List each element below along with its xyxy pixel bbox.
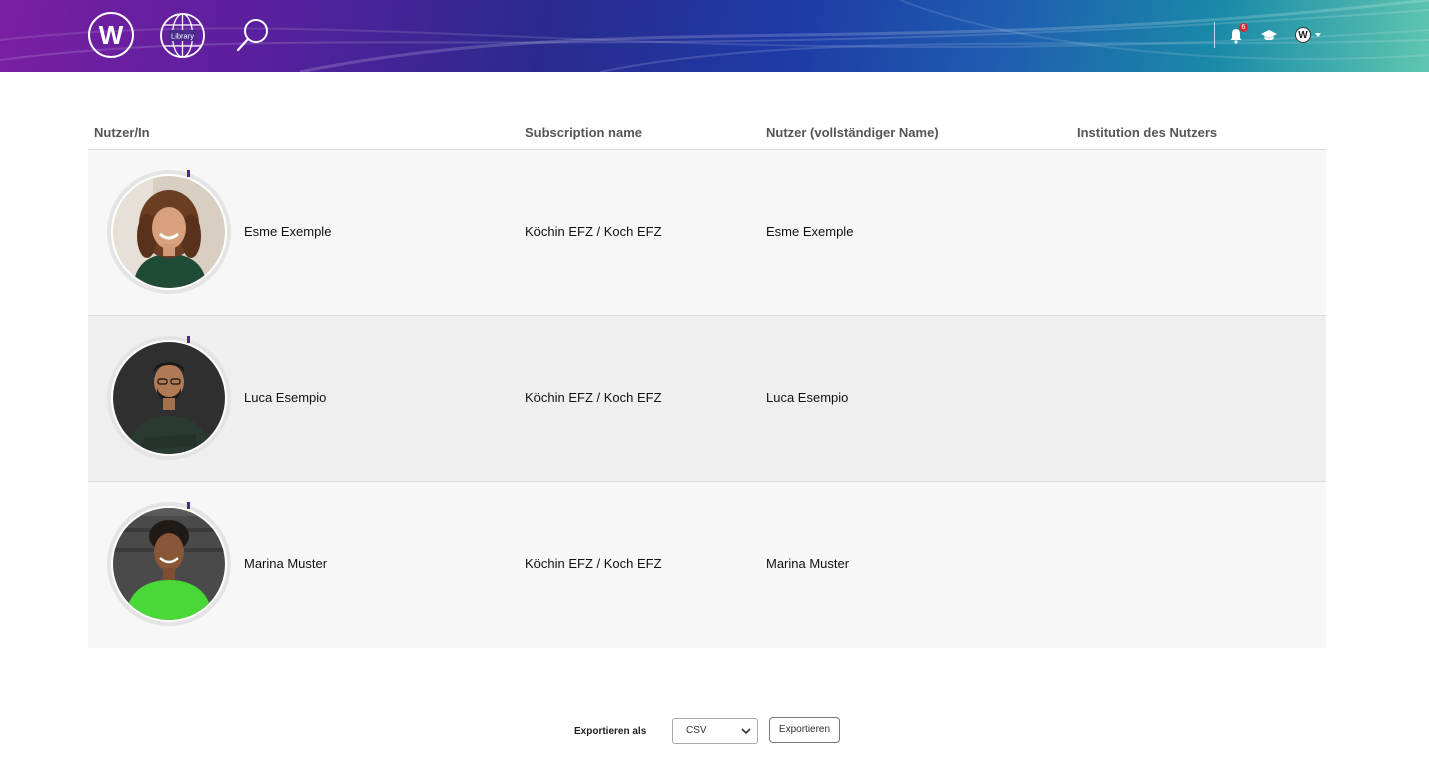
user-avatar-luca[interactable] xyxy=(107,336,231,460)
user-name[interactable]: Esme Exemple xyxy=(244,224,331,239)
header-right-controls: 6 W xyxy=(1214,22,1321,48)
subscription-name: Köchin EFZ / Koch EFZ xyxy=(525,224,662,239)
avatar-progress-marker xyxy=(187,336,190,343)
column-header-full-name[interactable]: Nutzer (vollständiger Name) xyxy=(766,125,939,140)
user-name[interactable]: Marina Muster xyxy=(244,556,327,571)
library-label: Library xyxy=(171,32,194,41)
avatar-progress-marker xyxy=(187,502,190,509)
home-logo-button[interactable]: W xyxy=(88,12,134,58)
chevron-down-icon xyxy=(741,728,751,735)
user-full-name: Luca Esempio xyxy=(766,390,849,405)
column-header-institution[interactable]: Institution des Nutzers xyxy=(1077,125,1217,140)
logo-letter: W xyxy=(98,19,124,50)
user-avatar-esme[interactable] xyxy=(107,170,231,294)
export-format-value: CSV xyxy=(686,725,707,736)
user-avatar: W xyxy=(1295,27,1311,43)
avatar-photo xyxy=(113,176,225,288)
top-navigation-bar: W Library 6 W xyxy=(0,0,1429,72)
export-format-select[interactable]: CSV xyxy=(672,718,758,744)
notifications-button[interactable]: 6 xyxy=(1229,23,1248,44)
header-divider xyxy=(1214,22,1215,48)
chevron-down-icon xyxy=(1315,33,1321,37)
user-name[interactable]: Luca Esempio xyxy=(244,390,326,405)
avatar-photo xyxy=(113,342,225,454)
table-row: Esme Exemple Köchin EFZ / Koch EFZ Esme … xyxy=(88,150,1326,316)
subscription-name: Köchin EFZ / Koch EFZ xyxy=(525,390,662,405)
graduation-cap-icon[interactable] xyxy=(1261,28,1277,42)
avatar-progress-marker xyxy=(187,170,190,177)
search-icon[interactable] xyxy=(236,18,270,52)
user-avatar-marina[interactable] xyxy=(107,502,231,626)
table-row: Luca Esempio Köchin EFZ / Koch EFZ Luca … xyxy=(88,316,1326,482)
subscription-name: Köchin EFZ / Koch EFZ xyxy=(525,556,662,571)
export-button[interactable]: Exportieren xyxy=(769,717,840,743)
avatar-photo xyxy=(113,508,225,620)
export-bar: Exportieren als CSV Exportieren xyxy=(0,717,1429,744)
user-menu-button[interactable]: W xyxy=(1295,27,1321,43)
users-table: Nutzer/In Subscription name Nutzer (voll… xyxy=(88,116,1326,648)
table-header-row: Nutzer/In Subscription name Nutzer (voll… xyxy=(88,116,1326,150)
library-globe-icon[interactable]: Library xyxy=(159,12,206,59)
notification-count-badge: 6 xyxy=(1239,23,1248,32)
user-full-name: Marina Muster xyxy=(766,556,850,571)
user-full-name: Esme Exemple xyxy=(766,224,854,239)
column-header-user[interactable]: Nutzer/In xyxy=(94,125,150,140)
export-format-label: Exportieren als xyxy=(574,726,647,737)
column-header-subscription[interactable]: Subscription name xyxy=(525,125,642,140)
table-row: Marina Muster Köchin EFZ / Koch EFZ Mari… xyxy=(88,482,1326,648)
